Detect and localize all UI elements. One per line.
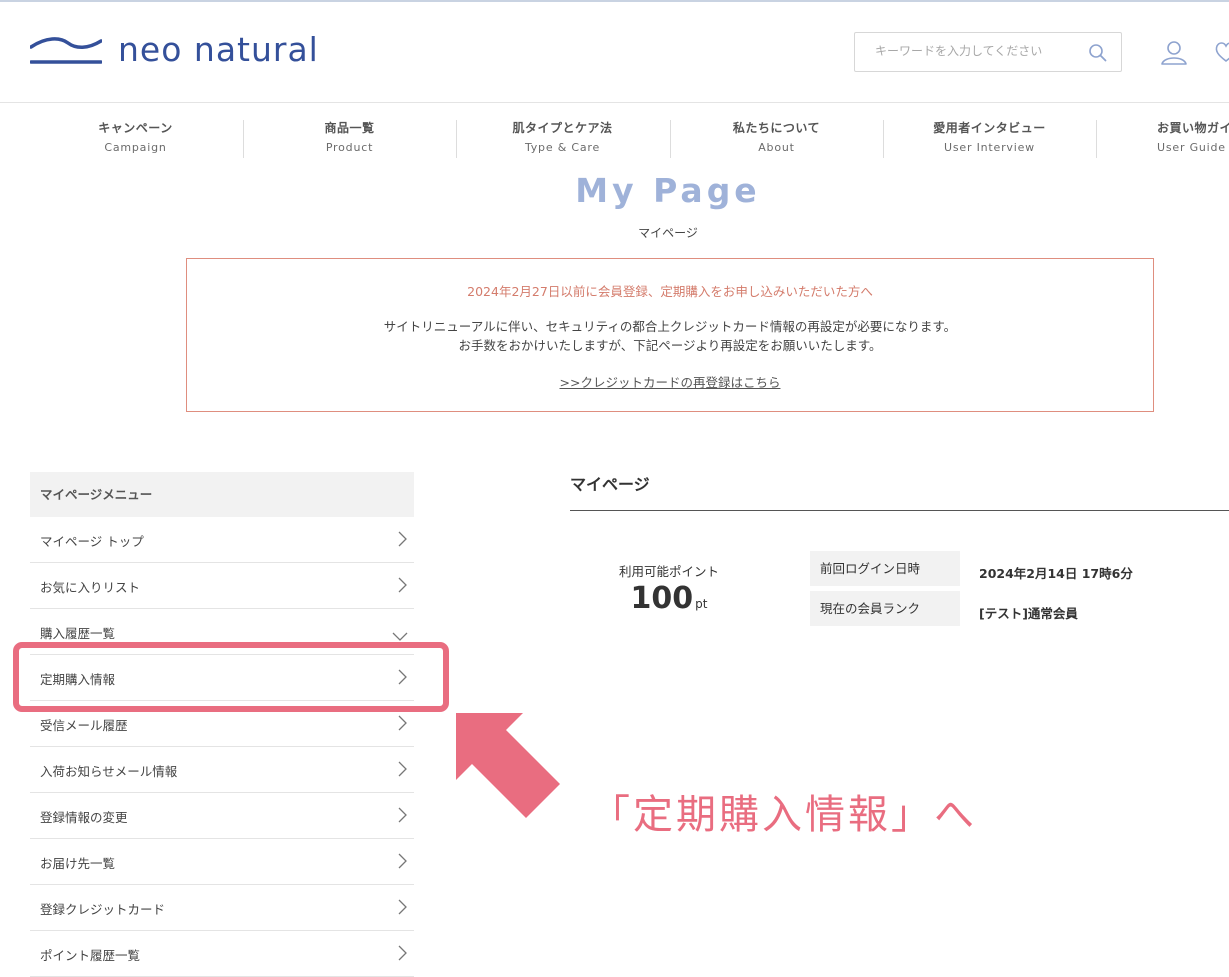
- chevron-right-icon: [398, 761, 408, 781]
- nav-label-en: Campaign: [104, 141, 167, 154]
- notice-box: 2024年2月27日以前に会員登録、定期購入をお申し込みいただいた方へ サイトリ…: [186, 258, 1154, 412]
- nav-label-jp: お買い物ガイド: [1157, 121, 1229, 135]
- nav-label-jp: 愛用者インタビュー: [933, 121, 1046, 135]
- sidebar-item-favorites[interactable]: お気に入りリスト: [30, 563, 414, 609]
- nav-label-en: Type & Care: [524, 141, 601, 154]
- page-title: My Page: [575, 171, 761, 210]
- sidebar-item-edit-profile[interactable]: 登録情報の変更: [30, 793, 414, 839]
- page-subtitle: マイページ: [638, 226, 698, 240]
- sidebar-item-label: 購入履歴一覧: [40, 626, 116, 641]
- sidebar-item-addresses[interactable]: お届け先一覧: [30, 839, 414, 885]
- nav-item-about[interactable]: 私たちについて About: [670, 119, 883, 159]
- chevron-right-icon: [398, 899, 408, 919]
- notice-line: サイトリニューアルに伴い、セキュリティの都合上クレジットカード情報の再設定が必要…: [383, 319, 957, 334]
- sidebar-menu: マイページ トップ お気に入りリスト 購入履歴一覧 定期購入情報 受信メール履歴…: [30, 517, 414, 977]
- sidebar-item-label: マイページ トップ: [40, 534, 144, 549]
- sidebar-item-point-history[interactable]: ポイント履歴一覧: [30, 931, 414, 977]
- nav-item-campaign[interactable]: キャンペーン Campaign: [29, 119, 242, 159]
- main-section-title: マイページ: [570, 475, 650, 494]
- sidebar-item-label: 登録クレジットカード: [40, 902, 166, 917]
- search-input[interactable]: [873, 43, 1077, 59]
- chevron-right-icon: [398, 715, 408, 735]
- top-border-line: [0, 0, 1229, 2]
- sidebar-item-label: ポイント履歴一覧: [40, 948, 141, 963]
- last-login-label: 前回ログイン日時: [810, 551, 960, 586]
- member-rank-label: 現在の会員ランク: [810, 591, 960, 626]
- chevron-right-icon: [398, 577, 408, 597]
- annotation-callout: 「定期購入情報」へ: [590, 792, 977, 838]
- user-icon[interactable]: [1160, 40, 1188, 70]
- nav-label-jp: 肌タイプとケア法: [512, 121, 613, 135]
- nav-item-product[interactable]: 商品一覧 Product: [243, 119, 456, 159]
- sidebar-item-label: お届け先一覧: [40, 856, 116, 871]
- annotation-arrow-icon: [456, 713, 560, 818]
- nav-item-user-guide[interactable]: お買い物ガイド User Guide: [1096, 119, 1229, 159]
- chevron-right-icon: [398, 853, 408, 873]
- nav-item-type-care[interactable]: 肌タイプとケア法 Type & Care: [456, 119, 669, 159]
- nav-item-user-interview[interactable]: 愛用者インタビュー User Interview: [883, 119, 1096, 159]
- nav-label-jp: キャンペーン: [98, 121, 173, 135]
- chevron-right-icon: [398, 807, 408, 827]
- points-unit: pt: [695, 597, 708, 611]
- nav-label-en: Product: [325, 141, 374, 154]
- sidebar-item-mypage-top[interactable]: マイページ トップ: [30, 517, 414, 563]
- main-section-divider: [570, 510, 1229, 511]
- sidebar-item-credit-card[interactable]: 登録クレジットカード: [30, 885, 414, 931]
- sidebar-item-label: 入荷お知らせメール情報: [40, 764, 178, 779]
- nav-label-jp: 私たちについて: [732, 121, 821, 135]
- wave-logo-icon: [30, 36, 102, 64]
- sidebar-item-label: 登録情報の変更: [40, 810, 128, 825]
- notice-link-row: >>クレジットカードの再登録はこちら: [187, 372, 1153, 391]
- nav-label-en: User Interview: [944, 141, 1035, 154]
- chevron-right-icon: [398, 945, 408, 965]
- points-label: 利用可能ポイント: [618, 564, 719, 579]
- member-rank-value: [テスト]通常会員: [979, 606, 1078, 621]
- header-divider: [0, 102, 1229, 103]
- heart-icon[interactable]: [1214, 40, 1229, 68]
- credit-card-reregister-link[interactable]: >>クレジットカードの再登録はこちら: [560, 375, 781, 390]
- brand-logo[interactable]: neo natural: [30, 33, 319, 66]
- notice-line: お手数をおかけいたしますが、下記ページより再設定をお願いいたします。: [458, 338, 882, 353]
- sidebar-item-label: 受信メール履歴: [40, 718, 128, 733]
- sidebar-heading: マイページメニュー: [30, 472, 414, 517]
- nav-label-en: About: [758, 141, 795, 154]
- chevron-right-icon: [398, 531, 408, 551]
- sidebar-item-restock-mail[interactable]: 入荷お知らせメール情報: [30, 747, 414, 793]
- sidebar-item-label: お気に入りリスト: [40, 580, 141, 595]
- nav-label-jp: 商品一覧: [324, 121, 375, 135]
- points-display: 100 pt: [570, 581, 768, 616]
- notice-title: 2024年2月27日以前に会員登録、定期購入をお申し込みいただいた方へ: [467, 284, 873, 299]
- last-login-value: 2024年2月14日 17時6分: [979, 566, 1133, 581]
- search-box[interactable]: [854, 32, 1122, 72]
- highlight-box: [13, 642, 449, 712]
- points-value: 100: [630, 581, 694, 616]
- search-icon[interactable]: [1088, 43, 1107, 66]
- notice-body: サイトリニューアルに伴い、セキュリティの都合上クレジットカード情報の再設定が必要…: [187, 317, 1153, 355]
- nav-label-en: User Guide: [1157, 141, 1226, 154]
- brand-name: neo natural: [118, 30, 319, 69]
